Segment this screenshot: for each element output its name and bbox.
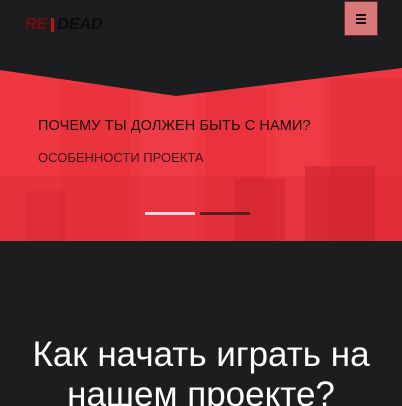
hamburger-icon	[356, 13, 366, 24]
slider-dot-2[interactable]	[200, 212, 250, 215]
section-heading: Как начать играть на нашем проекте?	[32, 335, 370, 406]
site-header: RE DEAD	[0, 0, 402, 66]
slider-dot-1[interactable]	[145, 212, 195, 215]
hero-subtitle: ОСОБЕННОСТИ ПРОЕКТА	[38, 150, 204, 165]
hero-title: ПОЧЕМУ ТЫ ДОЛЖЕН БЫТЬ С НАМИ?	[38, 118, 311, 134]
hero-slider: ПОЧЕМУ ТЫ ДОЛЖЕН БЫТЬ С НАМИ? ОСОБЕННОСТ…	[0, 66, 402, 241]
logo-part-re: RE	[25, 16, 48, 33]
site-logo[interactable]: RE DEAD	[24, 17, 103, 33]
page: RE DEAD ПОЧЕМУ ТЫ ДОЛЖЕН БЫТЬ С НАМИ? ОС…	[0, 0, 402, 406]
logo-part-dead: DEAD	[57, 16, 103, 33]
logo-separator	[51, 18, 55, 32]
menu-toggle-button[interactable]	[344, 1, 378, 36]
